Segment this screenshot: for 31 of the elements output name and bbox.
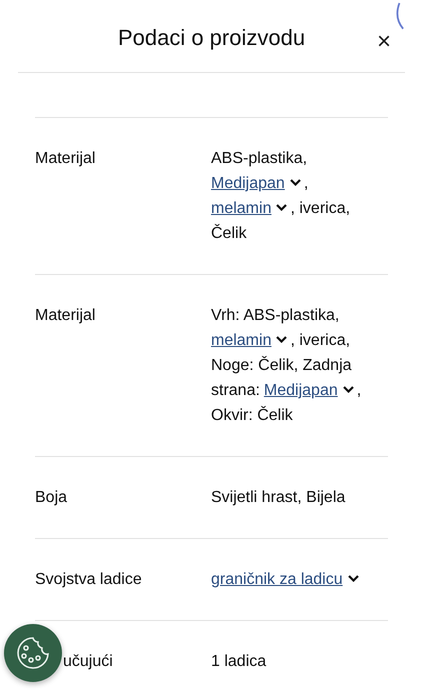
attribute-label: učujući: [62, 652, 114, 672]
attribute-value: ,: [356, 382, 362, 399]
close-button[interactable]: ×: [372, 30, 395, 54]
cookie-settings-button[interactable]: [4, 624, 62, 682]
attribute-value: , iverica,: [290, 200, 350, 217]
attribute-value: Čelik: [211, 225, 247, 242]
attribute-value: Okvir: Čelik: [211, 407, 293, 424]
chevron-down-icon[interactable]: [290, 179, 301, 186]
chevron-down-icon[interactable]: [276, 204, 288, 211]
attribute-label: Materijal: [35, 149, 96, 169]
cookie-icon: [16, 636, 50, 670]
attribute-link[interactable]: Medijapan: [264, 382, 338, 399]
attribute-value: , iverica,: [290, 332, 350, 349]
attribute-value: 1 ladica: [211, 653, 266, 670]
attribute-link[interactable]: melamin: [211, 200, 272, 217]
attribute-link[interactable]: graničnik za ladicu: [211, 571, 343, 588]
attribute-value: strana:: [211, 382, 260, 399]
dialog-title: Podaci o proizvodu: [118, 24, 306, 51]
attribute-link[interactable]: Medijapan: [211, 175, 285, 192]
attribute-value: Vrh: ABS-plastika,: [211, 307, 340, 324]
chevron-down-icon[interactable]: [276, 336, 288, 343]
attribute-value: Noge: Čelik, Zadnja: [211, 357, 352, 374]
attribute-label: Svojstva ladice: [35, 570, 143, 590]
attribute-value: Svijetli hrast, Bijela: [211, 489, 346, 506]
attribute-value: ABS-plastika,: [211, 150, 308, 167]
chevron-down-icon[interactable]: [348, 575, 359, 582]
attribute-value: ,: [304, 175, 308, 192]
attribute-link[interactable]: melamin: [211, 332, 272, 349]
chevron-down-icon[interactable]: [342, 386, 354, 393]
attribute-label: Boja: [35, 488, 68, 508]
attribute-label: Materijal: [35, 306, 96, 326]
